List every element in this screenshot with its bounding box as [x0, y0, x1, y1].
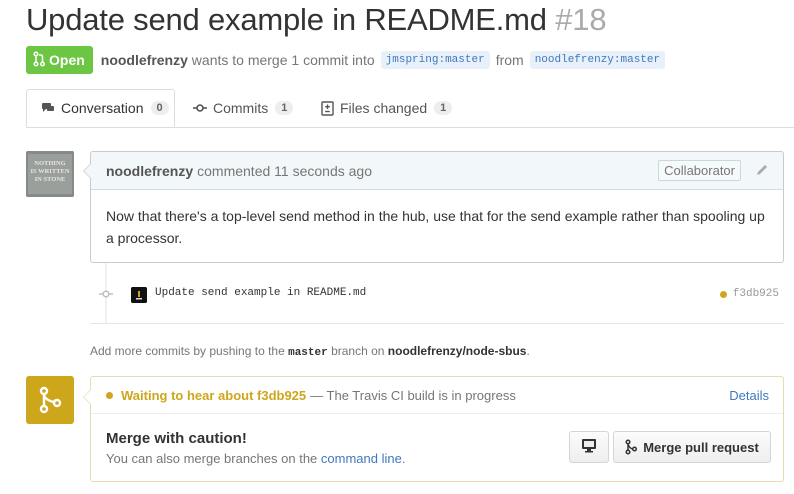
pr-tabs: Conversation 0 Commits 1 Files changed 1 [26, 89, 794, 128]
diff-icon [321, 100, 334, 116]
base-branch[interactable]: jmspring:master [380, 51, 490, 69]
tab-commits-label: Commits [213, 100, 269, 116]
pending-status-icon[interactable] [719, 290, 727, 298]
state-label: Open [49, 52, 85, 68]
from-text: from [495, 52, 524, 68]
merge-sub-suffix: . [401, 451, 406, 466]
git-merge-icon [625, 439, 638, 455]
tab-conversation[interactable]: Conversation 0 [26, 89, 175, 127]
tab-files-count: 1 [434, 101, 453, 115]
pr-meta: Open noodlefrenzy wants to merge 1 commi… [26, 46, 671, 74]
help-prefix: Add more commits by pushing to the [90, 344, 285, 358]
tab-conversation-count: 0 [150, 101, 169, 115]
comment-timestamp[interactable]: commented 11 seconds ago [197, 163, 372, 179]
collaborator-badge: Collaborator [658, 160, 741, 181]
desktop-icon [581, 438, 597, 456]
command-line-button[interactable] [569, 431, 609, 463]
pr-title-text: Update send example in README.md [26, 2, 547, 37]
head-branch[interactable]: noodlefrenzy:master [529, 51, 666, 69]
merge-summary: noodlefrenzy wants to merge 1 commit int… [101, 52, 375, 68]
help-branch: master [288, 347, 328, 359]
divider [90, 323, 784, 324]
push-help-text: Add more commits by pushing to the maste… [90, 344, 530, 359]
comment-author-link[interactable]: noodlefrenzy [106, 163, 193, 179]
commit-avatar[interactable] [131, 287, 147, 303]
merge-summary-text: wants to merge 1 commit into [191, 52, 375, 68]
merge-button-label: Merge pull request [643, 439, 759, 455]
comment-body: Now that there's a top-level send method… [106, 208, 765, 246]
help-suffix: . [526, 344, 530, 358]
comment-icon [41, 101, 55, 115]
commit-row: Update send example in README.md f3db925 [90, 280, 784, 308]
pr-number: #18 [555, 2, 607, 37]
merge-title: Merge with caution! [106, 430, 247, 447]
tab-files-changed[interactable]: Files changed 1 [321, 89, 453, 127]
comment: noodlefrenzy commented 11 seconds ago Co… [83, 151, 784, 263]
merge-sub-prefix: You can also merge branches on the [106, 451, 318, 466]
commit-sha-text[interactable]: f3db925 [733, 288, 779, 300]
merge-pull-request-button[interactable]: Merge pull request [613, 431, 771, 463]
ci-status-title: Waiting to hear about f3db925 [121, 387, 307, 403]
merge-box: Waiting to hear about f3db925 — The Trav… [83, 376, 784, 482]
pr-title: Update send example in README.md #18 [26, 2, 607, 38]
pull-request-icon [33, 50, 46, 70]
help-repo: noodlefrenzy/node-sbus [387, 344, 527, 358]
ci-pending-icon [106, 391, 113, 399]
commit-message[interactable]: Update send example in README.md [155, 287, 366, 299]
commit-icon [193, 101, 207, 115]
commit-node-icon [99, 287, 113, 304]
avatar-text-1: NOTHING [34, 160, 65, 167]
state-badge: Open [26, 46, 93, 74]
comment-header: noodlefrenzy commented 11 seconds ago Co… [91, 152, 783, 190]
avatar[interactable]: NOTHING IS WRITTEN IN STONE [26, 151, 74, 197]
help-middle: branch on [331, 344, 385, 358]
tab-files-label: Files changed [340, 100, 428, 116]
commit-sha[interactable]: f3db925 [719, 288, 779, 300]
tab-commits[interactable]: Commits 1 [193, 89, 294, 127]
command-line-link[interactable]: command line [321, 451, 402, 466]
tab-conversation-label: Conversation [61, 100, 144, 116]
avatar-text-2: IS WRITTEN [30, 168, 69, 175]
pr-author-link[interactable]: noodlefrenzy [101, 52, 188, 68]
pencil-icon[interactable] [755, 163, 769, 180]
merge-status-icon [26, 376, 74, 424]
merge-subtext: You can also merge branches on the comma… [106, 451, 405, 466]
details-link[interactable]: Details [729, 388, 769, 403]
ci-status-description: — The Travis CI build is in progress [310, 387, 516, 403]
tab-commits-count: 1 [275, 101, 294, 115]
ci-status-row: Waiting to hear about f3db925 — The Trav… [91, 377, 783, 414]
avatar-text-3: IN STONE [35, 176, 66, 183]
